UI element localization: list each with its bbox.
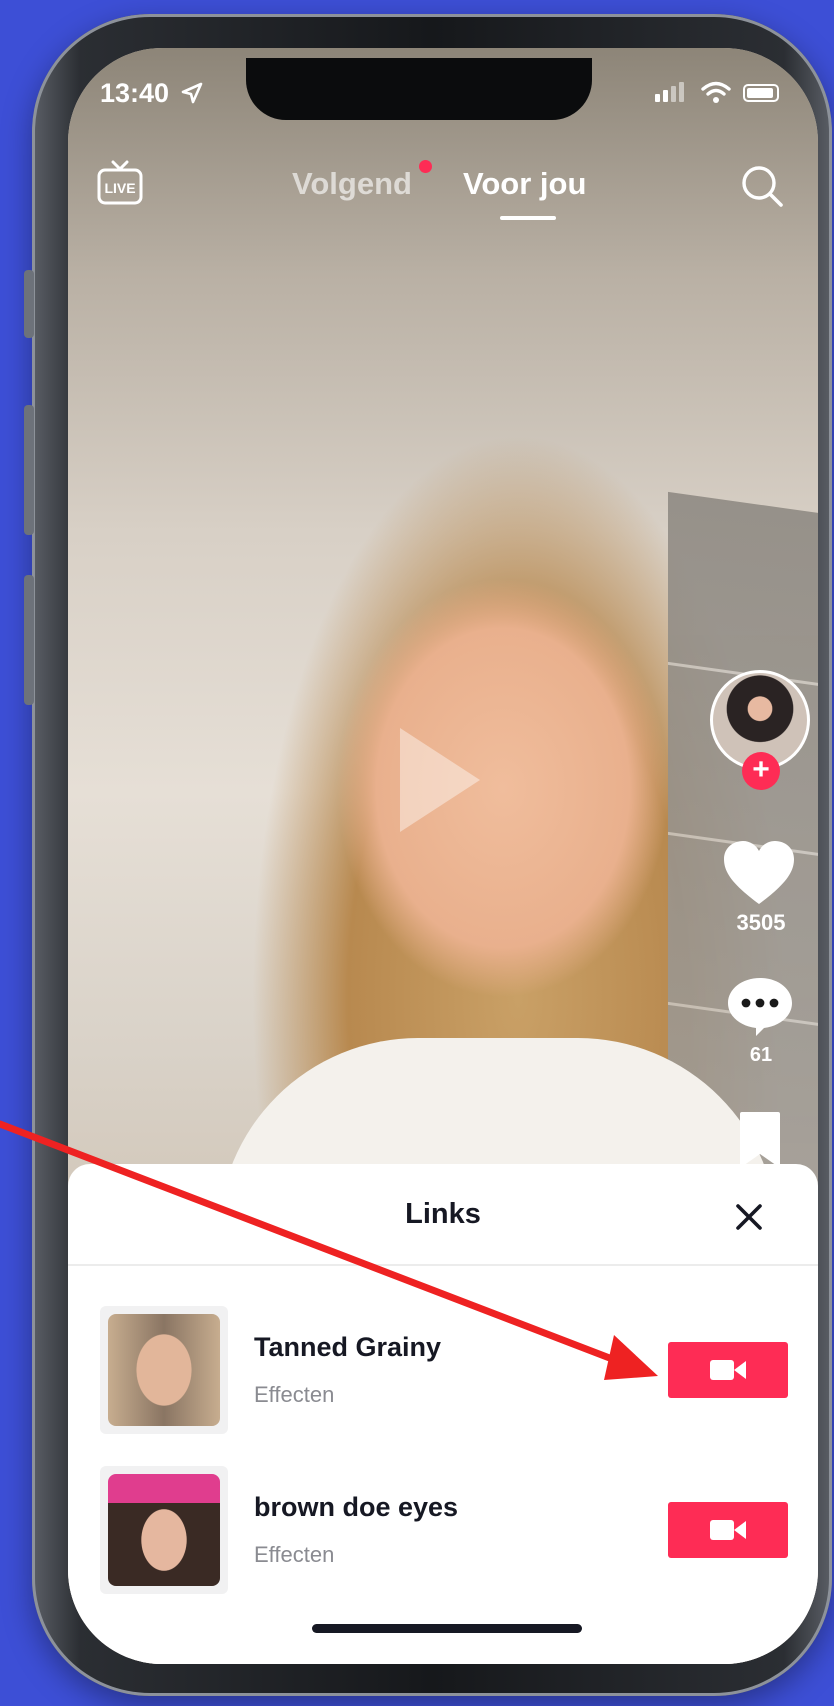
- comment-icon[interactable]: [726, 976, 794, 1038]
- notification-dot: [419, 160, 432, 173]
- record-with-effect-button[interactable]: [668, 1502, 788, 1558]
- comment-count: 61: [749, 1044, 773, 1066]
- sheet-divider: [68, 1264, 818, 1266]
- svg-text:LIVE: LIVE: [104, 180, 135, 196]
- play-icon[interactable]: [400, 728, 480, 832]
- phone-notch: [246, 58, 592, 120]
- effect-thumbnail: [100, 1306, 228, 1434]
- follow-button[interactable]: +: [742, 752, 780, 790]
- like-count: 3505: [736, 910, 786, 935]
- video-camera-icon: [710, 1360, 746, 1380]
- effect-type: Effecten: [254, 1382, 335, 1407]
- search-icon[interactable]: [740, 164, 784, 208]
- bookmark-icon[interactable]: [736, 1110, 784, 1170]
- effect-name: brown doe eyes: [254, 1492, 459, 1522]
- phone-side-button: [24, 575, 34, 705]
- record-with-effect-button[interactable]: [668, 1342, 788, 1398]
- home-indicator: [312, 1624, 582, 1633]
- effect-thumbnail: [100, 1466, 228, 1594]
- live-icon[interactable]: LIVE: [96, 160, 144, 206]
- active-tab-indicator: [500, 216, 556, 220]
- location-arrow-icon: [181, 82, 202, 104]
- effect-name: Tanned Grainy: [254, 1332, 442, 1362]
- heart-icon[interactable]: [722, 840, 796, 906]
- phone-side-button: [24, 270, 34, 338]
- list-item[interactable]: Tanned Grainy Effecten: [68, 1306, 818, 1436]
- effect-type: Effecten: [254, 1542, 335, 1567]
- tab-following[interactable]: Volgend: [292, 166, 412, 202]
- wifi-icon: [701, 81, 731, 103]
- phone-side-button: [24, 405, 34, 535]
- battery-icon: [743, 84, 779, 102]
- list-item[interactable]: brown doe eyes Effecten: [68, 1466, 818, 1596]
- links-sheet: Links Tanned Grainy Effecten brown doe e…: [68, 1164, 818, 1664]
- close-icon[interactable]: [734, 1202, 764, 1232]
- video-camera-icon: [710, 1520, 746, 1540]
- status-time: 13:40: [100, 78, 203, 109]
- tab-for-you[interactable]: Voor jou: [463, 166, 586, 202]
- status-icons: [655, 80, 785, 106]
- sheet-title: Links: [405, 1198, 481, 1230]
